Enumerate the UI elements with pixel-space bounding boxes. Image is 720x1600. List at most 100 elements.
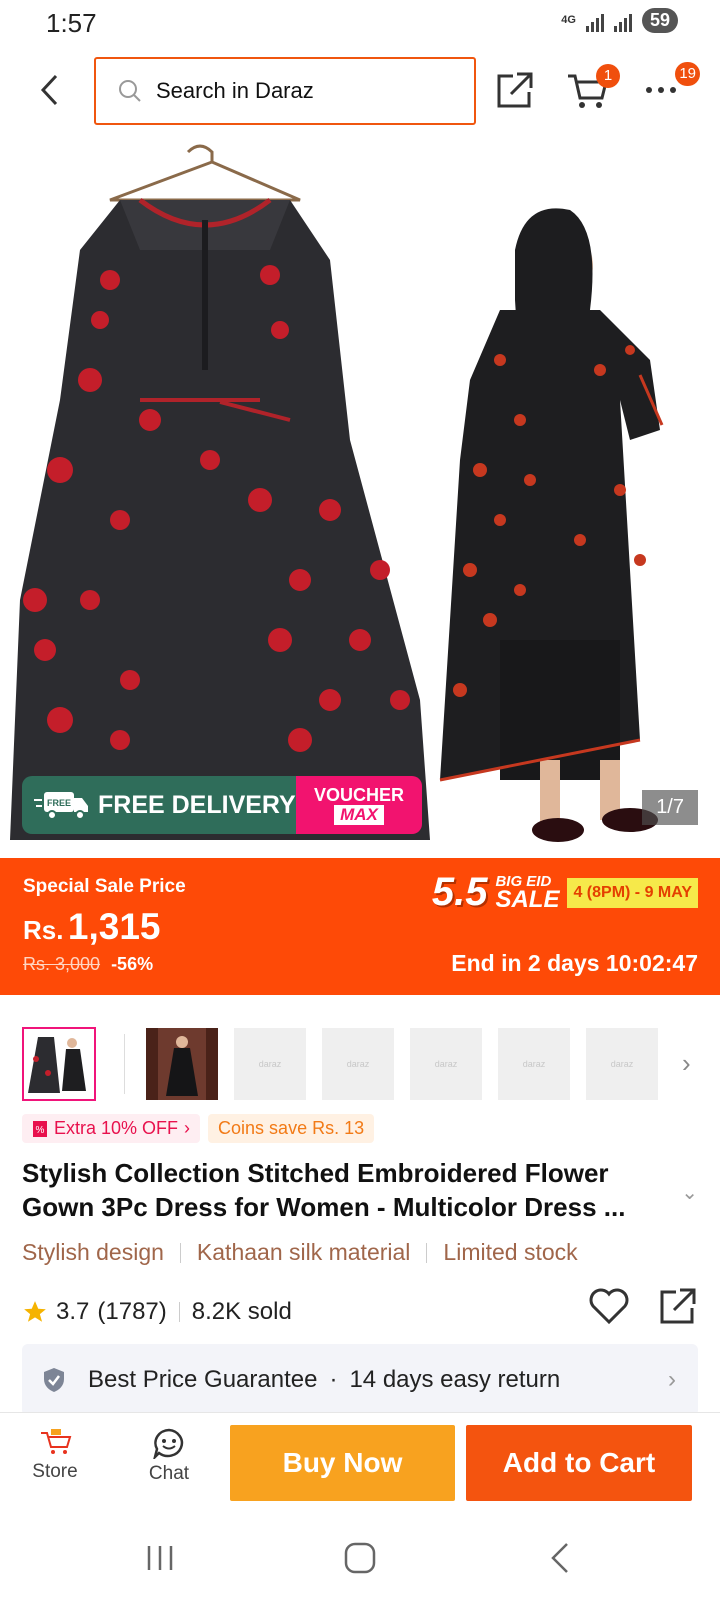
signal-icon <box>585 10 604 32</box>
home-icon <box>344 1542 376 1574</box>
sale-countdown: End in 2 days 10:02:47 <box>451 950 698 976</box>
search-input[interactable] <box>156 78 446 104</box>
home-button[interactable] <box>330 1536 390 1580</box>
share-icon <box>497 72 533 108</box>
status-time: 1:57 <box>46 8 97 38</box>
sale-label: Special Sale Price <box>23 876 186 897</box>
thumbnail-5[interactable]: daraz <box>410 1028 482 1100</box>
thumbnail-image <box>24 1029 94 1099</box>
promo-tags: % Extra 10% OFF › Coins save Rs. 13 <box>22 1114 375 1143</box>
extra-off-text: Extra 10% OFF <box>54 1118 179 1138</box>
share-icon <box>660 1288 696 1324</box>
star-icon <box>24 1301 46 1322</box>
thumbnail-6[interactable]: daraz <box>498 1028 570 1100</box>
svg-text:%: % <box>36 1125 45 1136</box>
voucher-max-text: MAX <box>334 805 384 825</box>
delivery-truck-icon: FREE <box>34 792 88 820</box>
back-icon <box>551 1543 568 1573</box>
recent-apps-button[interactable] <box>130 1536 190 1580</box>
status-bar: 1:57 4G 59 <box>0 0 720 46</box>
original-price: Rs. 3,000 <box>23 954 101 974</box>
product-title: Stylish Collection Stitched Embroidered … <box>22 1158 626 1222</box>
expand-title-chevron-icon[interactable]: ⌄ <box>681 1180 698 1205</box>
free-delivery-section: FREE FREE DELIVERY <box>22 776 296 834</box>
best-price-text: Best Price Guarantee <box>88 1366 318 1393</box>
highlight-divider <box>426 1242 428 1263</box>
share-product-button[interactable] <box>658 1286 698 1333</box>
top-header: 1 19 <box>0 56 720 126</box>
add-to-cart-button[interactable]: Add to Cart <box>466 1425 692 1501</box>
campaign-title: BIG EID SALE <box>495 874 560 913</box>
chevron-right-icon: › <box>668 1366 676 1393</box>
sold-count: 8.2K sold <box>191 1298 292 1325</box>
store-logo-icon <box>41 1429 72 1454</box>
campaign-sale-text: SALE <box>495 885 560 913</box>
thumbnail-7[interactable]: daraz <box>586 1028 658 1100</box>
free-label: FREE <box>47 798 71 808</box>
chat-button[interactable]: Chat <box>134 1427 204 1485</box>
chat-icon <box>153 1428 184 1459</box>
image-counter: 1/7 <box>642 790 698 825</box>
product-image-gallery[interactable]: FREE FREE DELIVERY VOUCHER MAX 1/7 <box>0 140 720 858</box>
highlight-item: Kathaan silk material <box>196 1239 411 1265</box>
rating-divider <box>178 1302 180 1322</box>
bottom-action-bar: Store Chat Buy Now Add to Cart <box>0 1412 720 1516</box>
guarantee-separator: · <box>329 1366 338 1393</box>
cart-button[interactable]: 1 <box>562 64 620 114</box>
rating-count[interactable]: (1787) <box>97 1298 166 1326</box>
rating-score[interactable]: 3.7 <box>56 1298 89 1326</box>
shield-check-icon <box>44 1368 64 1392</box>
share-button[interactable] <box>490 66 540 114</box>
more-button[interactable]: 19 <box>636 62 700 114</box>
store-label: Store <box>32 1461 78 1482</box>
rating-row: 3.7 (1787) 8.2K sold <box>22 1288 698 1330</box>
store-button[interactable]: Store <box>20 1427 90 1483</box>
thumbnail-next-chevron-icon[interactable]: › <box>682 1048 691 1079</box>
voucher-max-section: VOUCHER MAX <box>296 776 422 834</box>
sale-price-band: Special Sale Price Rs. 1,315 Rs. 3,000 -… <box>0 858 720 995</box>
back-button[interactable] <box>30 68 70 112</box>
buy-now-button[interactable]: Buy Now <box>230 1425 455 1501</box>
more-icon <box>646 87 676 93</box>
search-bar[interactable] <box>94 57 476 125</box>
campaign-badge: 5.5 BIG EID SALE 4 (8PM) - 9 MAY <box>432 870 698 915</box>
thumbnail-3[interactable]: daraz <box>234 1028 306 1100</box>
battery-icon: 59 <box>641 8 678 33</box>
price-currency: Rs. <box>23 915 64 945</box>
status-indicators: 4G 59 <box>561 8 678 33</box>
search-icon <box>119 80 141 102</box>
sale-price: Rs. 1,315 <box>23 906 161 948</box>
product-image <box>0 140 720 858</box>
product-highlights: Stylish design Kathaan silk material Lim… <box>22 1239 578 1266</box>
wishlist-button[interactable] <box>588 1286 630 1333</box>
campaign-dates: 4 (8PM) - 9 MAY <box>567 877 698 908</box>
cart-count-badge: 1 <box>596 64 620 88</box>
guarantee-row[interactable]: Best Price Guarantee · 14 days easy retu… <box>22 1344 698 1416</box>
price-amount: 1,315 <box>67 906 161 947</box>
system-back-button[interactable] <box>530 1536 590 1580</box>
discount-percent: -56% <box>111 954 154 974</box>
free-delivery-text: FREE DELIVERY <box>98 790 296 819</box>
thumbnail-1[interactable] <box>22 1027 96 1101</box>
recent-apps-icon <box>147 1546 173 1570</box>
original-price-row: Rs. 3,000 -56% <box>23 954 153 975</box>
highlight-item: Stylish design <box>22 1239 164 1265</box>
thumbnail-image <box>146 1028 218 1100</box>
chevron-right-icon: › <box>184 1118 191 1138</box>
extra-off-tag[interactable]: % Extra 10% OFF › <box>22 1114 201 1143</box>
thumbnail-divider <box>124 1034 125 1094</box>
heart-icon <box>589 1288 629 1325</box>
voucher-text: VOUCHER <box>313 785 404 805</box>
coins-tag: Coins save Rs. 13 <box>208 1114 375 1143</box>
campaign-number: 5.5 <box>431 870 488 914</box>
messages-badge: 19 <box>675 62 700 86</box>
voucher-icon: % <box>33 1120 47 1137</box>
free-delivery-banner: FREE FREE DELIVERY VOUCHER MAX <box>22 776 422 834</box>
back-arrow-icon <box>40 74 58 106</box>
thumbnail-2[interactable] <box>146 1028 218 1100</box>
return-policy-text: 14 days easy return <box>349 1366 561 1393</box>
thumbnail-strip: daraz daraz daraz daraz daraz › <box>22 1027 702 1102</box>
network-type-icon: 4G <box>561 14 576 26</box>
thumbnail-4[interactable]: daraz <box>322 1028 394 1100</box>
signal-icon-2 <box>613 10 632 32</box>
